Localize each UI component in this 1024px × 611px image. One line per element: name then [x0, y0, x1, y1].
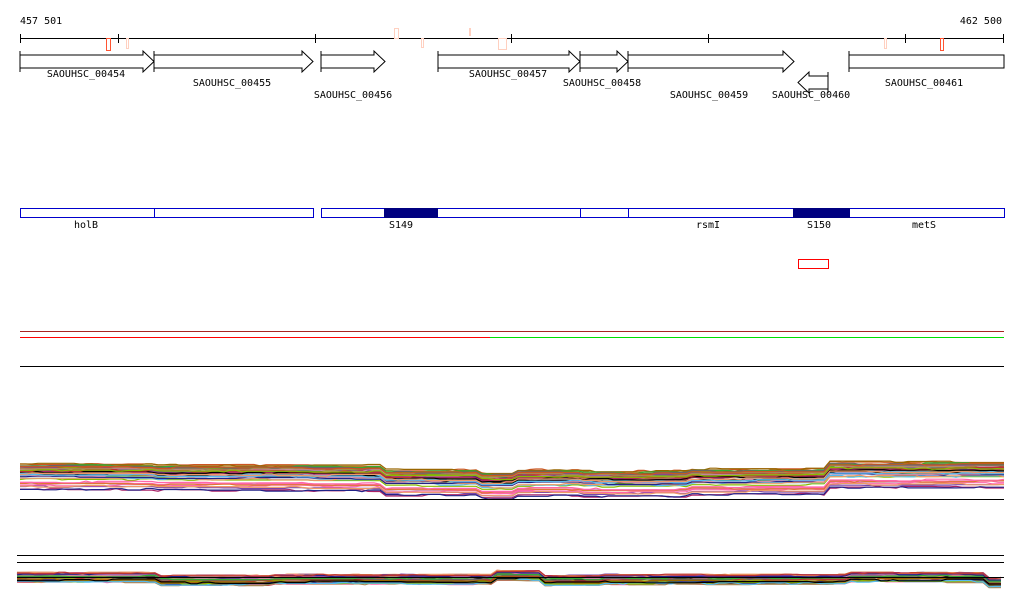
feature-segment[interactable] [154, 208, 314, 218]
variant-markers [106, 28, 944, 51]
gene-label: SAOUHSC_00459 [670, 90, 748, 101]
feature-label: S150 [807, 220, 831, 231]
gene-track: SAOUHSC_00454 SAOUHSC_00455 SAOUHSC_00456 S… [19, 49, 1005, 101]
feature-segment[interactable] [580, 208, 629, 218]
feature-highlight[interactable] [793, 208, 850, 218]
gene-arrow[interactable] [579, 49, 629, 74]
variant-marker [884, 38, 887, 49]
gene-label: SAOUHSC_00458 [563, 78, 641, 89]
genome-browser: 457 501 462 500 SAOUHSC_00454SAOUHSC_004… [16, 16, 1005, 589]
feature-highlight[interactable] [384, 208, 438, 218]
gene-label: SAOUHSC_00460 [772, 90, 850, 101]
ruler [20, 34, 1004, 43]
gene-label: SAOUHSC_00457 [469, 69, 547, 80]
variant-marker [421, 38, 424, 48]
gene-arrow[interactable] [153, 49, 314, 74]
ruler-end-label: 462 500 [960, 16, 1002, 27]
coverage-plot-2 [16, 569, 1004, 589]
ruler-start-label: 457 501 [20, 16, 62, 27]
coverage-plot-1 [19, 460, 1005, 500]
feature-segment[interactable] [20, 208, 155, 218]
feature-label: rsmI [696, 220, 720, 231]
feature-label: holB [74, 220, 98, 231]
variant-marker [469, 28, 471, 36]
gene-label: SAOUHSC_00456 [314, 90, 392, 101]
gene-label: SAOUHSC_00454 [47, 69, 125, 80]
gene-arrow[interactable] [848, 51, 1005, 72]
feature-segment[interactable] [321, 208, 581, 218]
variant-marker [126, 38, 129, 49]
feature-track: holB S149 rsmI S150 metS [20, 208, 1005, 231]
selection-box[interactable] [798, 259, 829, 269]
variant-marker [498, 38, 507, 50]
feature-label: metS [912, 220, 936, 231]
variant-marker [940, 38, 944, 51]
gene-label: SAOUHSC_00455 [193, 78, 271, 89]
gene-arrow[interactable] [627, 49, 795, 74]
gene-arrow[interactable] [320, 49, 386, 74]
gene-label: SAOUHSC_00461 [885, 78, 963, 89]
variant-marker [106, 38, 111, 51]
variant-marker [394, 28, 399, 39]
feature-label: S149 [389, 220, 413, 231]
